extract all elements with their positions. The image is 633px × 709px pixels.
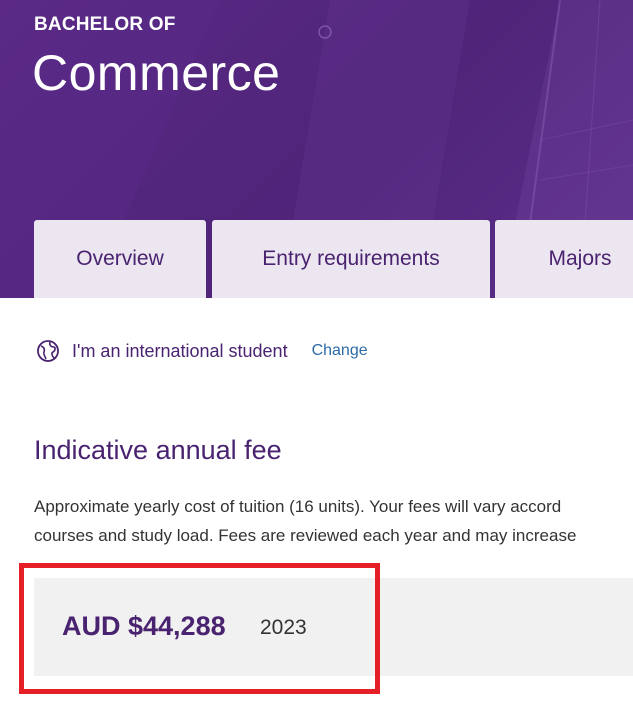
fee-year: 2023 xyxy=(260,616,307,639)
fee-amount: AUD $44,288 xyxy=(62,611,226,641)
tab-overview[interactable]: Overview xyxy=(34,220,206,298)
change-student-type-link[interactable]: Change xyxy=(312,342,368,360)
fee-heading: Indicative annual fee xyxy=(34,435,282,465)
tab-majors[interactable]: Majors xyxy=(495,220,633,298)
student-type-label: I'm an international student xyxy=(72,340,288,361)
globe-icon xyxy=(36,339,60,363)
section-tabs: Overview Entry requirements Majors xyxy=(34,220,633,298)
fee-description: Approximate yearly cost of tuition (16 u… xyxy=(34,492,633,550)
fee-description-line-2: courses and study load. Fees are reviewe… xyxy=(34,526,577,545)
fee-description-line-1: Approximate yearly cost of tuition (16 u… xyxy=(34,497,562,516)
tab-entry-requirements[interactable]: Entry requirements xyxy=(212,220,490,298)
page-title: Commerce xyxy=(32,45,281,101)
student-type-row: I'm an international student Change xyxy=(36,337,368,365)
hero-kicker: BACHELOR OF xyxy=(34,14,176,35)
